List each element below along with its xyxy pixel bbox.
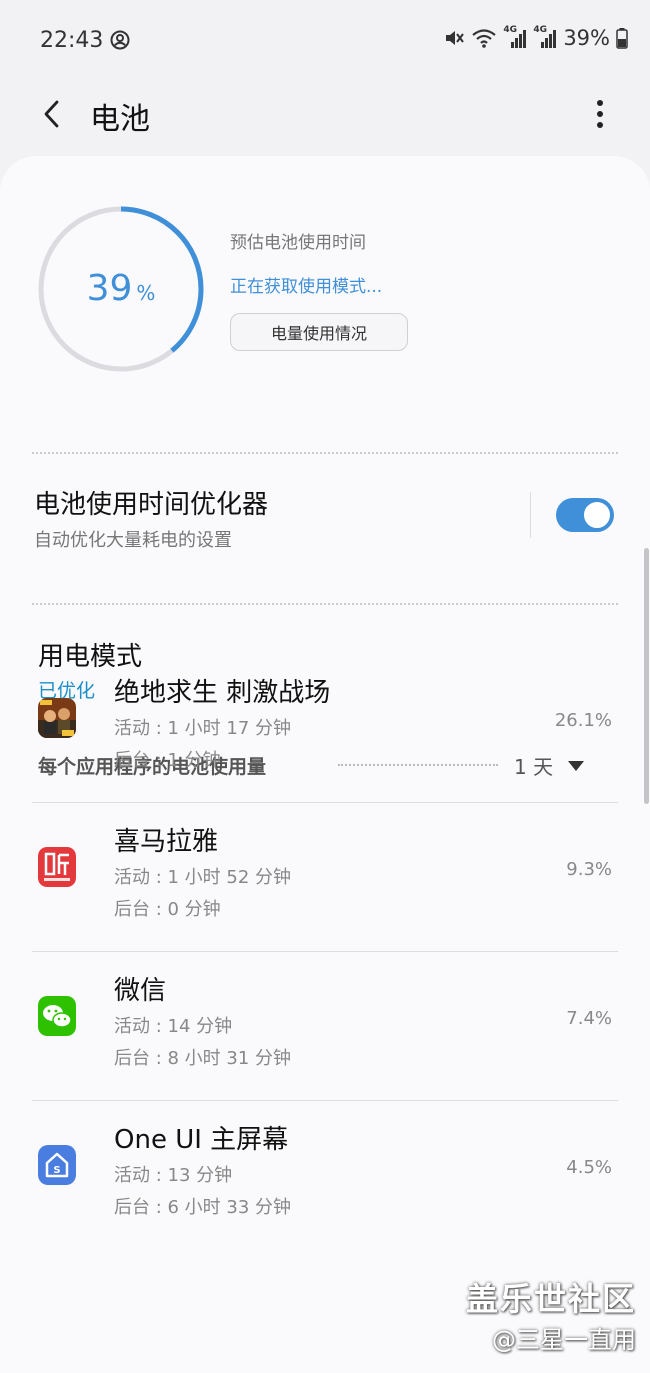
status-bar: 22:43 4G 4G 39% (0, 0, 650, 80)
app-row[interactable]: 绝地求生 刺激战场 活动 : 1 小时 17 分钟 后台 : 1 分钟 26.1… (0, 654, 650, 803)
app-row[interactable]: 喜马拉雅 活动 : 1 小时 52 分钟 后台 : 0 分钟 9.3% (0, 803, 650, 952)
app-usage-percent: 7.4% (566, 1008, 612, 1029)
app-row[interactable]: 微信 活动 : 14 分钟 后台 : 8 小时 31 分钟 7.4% (0, 952, 650, 1101)
watermark-line-1: 盖乐世社区 (465, 1280, 636, 1318)
back-arrow-icon (44, 100, 59, 128)
signal-2-group: 4G (533, 25, 557, 49)
vertical-divider (530, 492, 531, 538)
app-usage-percent: 9.3% (566, 859, 612, 880)
signal-icon (511, 30, 527, 48)
ximalaya-icon (38, 847, 76, 887)
divider (32, 452, 618, 454)
battery-level-unit: % (136, 281, 156, 305)
battery-level-number: 39 (86, 268, 133, 309)
toggle-knob (582, 500, 612, 530)
app-name: 微信 (114, 976, 167, 1006)
app-background-time: 后台 : 0 分钟 (114, 899, 221, 920)
app-active-time: 活动 : 1 小时 52 分钟 (114, 867, 292, 888)
status-time: 22:43 (40, 28, 104, 53)
app-name: 绝地求生 刺激战场 (114, 678, 331, 708)
app-background-time: 后台 : 8 小时 31 分钟 (114, 1048, 292, 1069)
estimate-label: 预估电池使用时间 (230, 233, 366, 253)
watermark: 盖乐世社区 @三星一直用 (466, 1274, 636, 1355)
app-active-time: 活动 : 13 分钟 (114, 1165, 233, 1186)
optimizer-subtitle: 自动优化大量耗电的设置 (34, 530, 232, 551)
app-name: 喜马拉雅 (114, 827, 219, 857)
svg-text:S: S (53, 1165, 60, 1176)
app-background-time: 后台 : 6 小时 33 分钟 (114, 1197, 292, 1218)
estimate-status: 正在获取使用模式... (230, 277, 383, 297)
battery-level: 39% (36, 268, 206, 309)
scrollbar[interactable] (644, 548, 649, 804)
wechat-icon (38, 996, 76, 1036)
battery-icon (616, 28, 628, 49)
signal-1-group: 4G (503, 25, 527, 49)
battery-percent: 39% (563, 26, 610, 50)
page-title: 电池 (90, 102, 150, 137)
back-button[interactable] (30, 92, 74, 136)
game-icon (38, 698, 76, 738)
optimizer-toggle[interactable] (556, 498, 614, 532)
more-vertical-icon (597, 100, 603, 128)
app-usage-percent: 4.5% (566, 1157, 612, 1178)
app-active-time: 活动 : 1 小时 17 分钟 (114, 718, 292, 739)
divider (32, 603, 618, 605)
app-bar: 电池 (0, 80, 650, 156)
app-background-time: 后台 : 1 分钟 (114, 750, 221, 771)
home-launcher-icon: S (38, 1145, 76, 1185)
account-icon (110, 30, 130, 50)
optimizer-title: 电池使用时间优化器 (34, 490, 269, 520)
more-options-button[interactable] (580, 92, 620, 136)
app-usage-percent: 26.1% (554, 710, 612, 731)
mute-icon (446, 31, 465, 45)
wifi-icon (472, 29, 497, 48)
signal-icon (541, 30, 557, 48)
app-name: One UI 主屏幕 (114, 1125, 289, 1155)
battery-usage-button[interactable]: 电量使用情况 (230, 313, 408, 351)
app-active-time: 活动 : 14 分钟 (114, 1016, 233, 1037)
watermark-line-2: @三星一直用 (492, 1326, 636, 1354)
